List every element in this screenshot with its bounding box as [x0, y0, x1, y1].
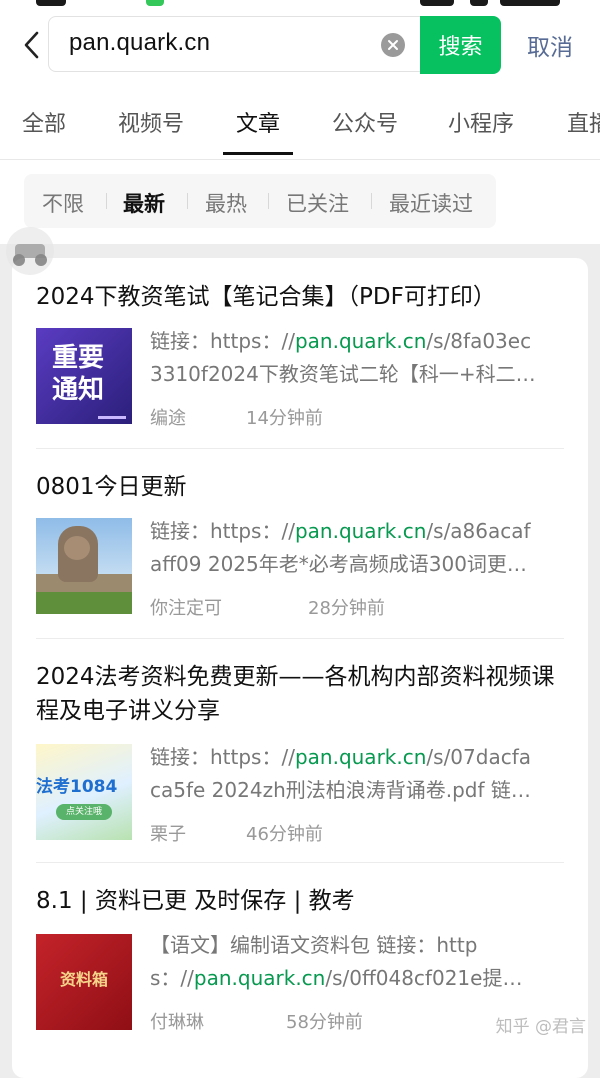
list-item[interactable]: 0801今日更新 链接：https：//pan.quark.cn/s/a86ac…: [36, 470, 564, 640]
search-button[interactable]: 搜索: [420, 16, 501, 74]
result-time: 46分钟前: [246, 824, 323, 845]
result-meta: 栗子 46分钟前: [150, 820, 323, 846]
list-item[interactable]: 2024下教资笔试【笔记合集】（PDF可打印） 重要 通知 链接：https：/…: [36, 280, 564, 450]
divider: [36, 448, 564, 449]
search-query: pan.quark.cn: [69, 29, 211, 56]
back-button[interactable]: [16, 26, 46, 64]
tab-channels[interactable]: 视频号: [118, 106, 184, 138]
clear-icon[interactable]: [381, 33, 405, 57]
filter-bar: 不限 最新 最热 已关注 最近读过: [24, 174, 496, 228]
result-author[interactable]: 付琳琳: [150, 1012, 204, 1033]
result-time: 58分钟前: [286, 1012, 363, 1033]
footer-watermark: 知乎 @君言: [495, 1017, 586, 1037]
result-time: 14分钟前: [246, 408, 323, 429]
result-snippet-line2: s：//pan.quark.cn/s/0ff048cf021e提…: [150, 966, 523, 990]
thumbnail-text: 重要 通知: [52, 343, 105, 405]
tab-live[interactable]: 直播: [567, 106, 600, 138]
result-snippet-line1: 【语文】编制语文资料包 链接：http: [150, 933, 478, 957]
search-input[interactable]: pan.quark.cn: [48, 16, 420, 72]
result-snippet-line2: 3310f2024下教资笔试二轮【科一+科二…: [150, 362, 536, 386]
result-thumbnail: 重要 通知: [36, 328, 132, 424]
results-list: 2024下教资笔试【笔记合集】（PDF可打印） 重要 通知 链接：https：/…: [12, 258, 588, 1078]
filter-hottest[interactable]: 最热: [205, 188, 247, 218]
header: pan.quark.cn 搜索 取消 全部 视频号 文章 公众号 小程序 直播: [0, 0, 600, 160]
filter-latest[interactable]: 最新: [123, 188, 165, 218]
result-meta: 你注定可 28分钟前: [150, 594, 385, 620]
tab-mini-programs[interactable]: 小程序: [448, 106, 514, 138]
tab-official-accounts[interactable]: 公众号: [332, 106, 398, 138]
thumbnail-text: 法考1084: [36, 777, 118, 797]
result-author[interactable]: 你注定可: [150, 598, 222, 619]
divider: [36, 862, 564, 863]
filter-followed[interactable]: 已关注: [286, 188, 349, 218]
tab-bar: 全部 视频号 文章 公众号 小程序 直播: [0, 96, 600, 156]
status-bar: [0, 0, 600, 12]
list-item[interactable]: 2024法考资料免费更新——各机构内部资料视频课程及电子讲义分享 法考1084 …: [36, 660, 564, 870]
list-item[interactable]: 8.1 | 资料已更 及时保存 | 教考 资料箱 【语文】编制语文资料包 链接：…: [36, 884, 564, 1054]
result-meta: 编途 14分钟前: [150, 404, 323, 430]
result-title[interactable]: 0801今日更新: [36, 470, 564, 504]
result-title[interactable]: 2024法考资料免费更新——各机构内部资料视频课程及电子讲义分享: [36, 660, 564, 728]
result-thumbnail: 资料箱: [36, 934, 132, 1030]
divider: [36, 638, 564, 639]
result-title[interactable]: 8.1 | 资料已更 及时保存 | 教考: [36, 884, 564, 918]
result-author[interactable]: 编途: [150, 408, 186, 429]
result-thumbnail: [36, 518, 132, 614]
result-thumbnail: 法考1084 点关注哦: [36, 744, 132, 840]
result-snippet-line2: ca5fe 2024zh刑法柏浪涛背诵卷.pdf 链…: [150, 778, 531, 802]
result-snippet-line2: aff09 2025年老*必考高频成语300词更…: [150, 552, 527, 576]
filter-recently-read[interactable]: 最近读过: [389, 188, 473, 218]
result-time: 28分钟前: [308, 598, 385, 619]
thumbnail-text: 资料箱: [59, 970, 108, 989]
chevron-left-icon: [24, 31, 39, 59]
result-snippet-line1: 链接：https：//pan.quark.cn/s/07dacfa: [150, 745, 531, 769]
active-tab-indicator: [223, 152, 293, 155]
result-author[interactable]: 栗子: [150, 824, 186, 845]
filter-any[interactable]: 不限: [42, 188, 84, 218]
tab-articles[interactable]: 文章: [236, 106, 280, 138]
avatar-watermark: [3, 226, 57, 276]
cancel-button[interactable]: 取消: [512, 26, 588, 64]
result-title[interactable]: 2024下教资笔试【笔记合集】（PDF可打印）: [36, 280, 564, 314]
result-snippet-line1: 链接：https：//pan.quark.cn/s/8fa03ec: [150, 329, 532, 353]
tab-all[interactable]: 全部: [22, 106, 66, 138]
result-snippet-line1: 链接：https：//pan.quark.cn/s/a86acaf: [150, 519, 531, 543]
thumbnail-subtext: 点关注哦: [56, 804, 112, 820]
result-meta: 付琳琳 58分钟前: [150, 1008, 363, 1034]
